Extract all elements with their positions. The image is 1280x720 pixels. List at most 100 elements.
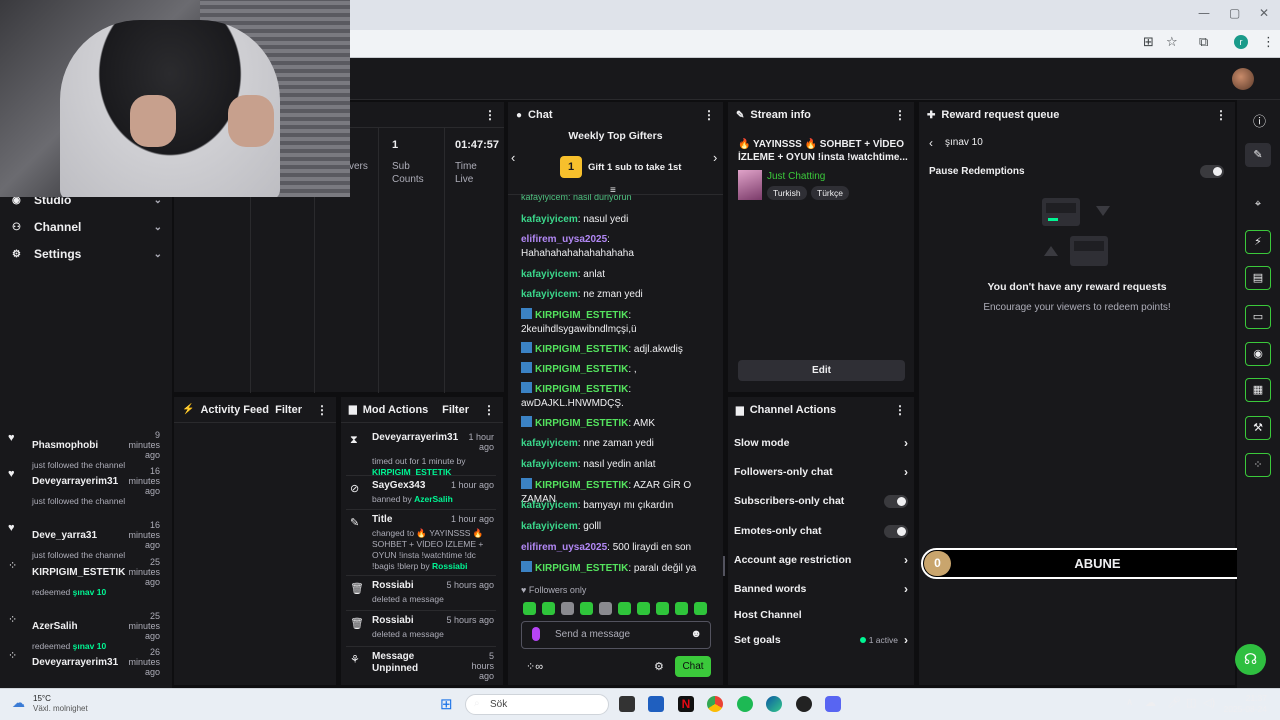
activity-item[interactable]: ♥ Deve_yarra31 16 minutes ago just followed… bbox=[8, 520, 160, 560]
nav-item-channel[interactable]: ⚇ Channel ⌄ bbox=[12, 217, 162, 237]
channel-action-row[interactable]: Banned words › bbox=[734, 582, 908, 596]
close-icon[interactable]: ✕ bbox=[1259, 6, 1269, 20]
chat-message[interactable]: elifirem_uysa2025: Hahahahahahahahahaha bbox=[521, 233, 717, 261]
chat-username[interactable]: KIRPIGIM_ESTETIK bbox=[535, 384, 628, 395]
screenshot-icon[interactable]: ⌖ bbox=[1245, 192, 1271, 216]
more-icon[interactable]: ⋮ bbox=[316, 403, 328, 417]
maximize-icon[interactable]: ▢ bbox=[1229, 6, 1240, 20]
chat-username[interactable]: elifirem_uysa2025 bbox=[521, 234, 607, 245]
chevron-left-icon[interactable]: ‹ bbox=[511, 150, 515, 165]
activity-item[interactable]: ⁘ Deveyarrayerim31 26 minutes ago bbox=[8, 647, 160, 687]
emote-icon[interactable] bbox=[523, 602, 536, 615]
chat-username[interactable]: kafayiyicem bbox=[521, 214, 578, 225]
windows-start-icon[interactable]: ⊞ bbox=[440, 695, 453, 713]
emote-icon[interactable] bbox=[675, 602, 688, 615]
taskbar-search[interactable]: ⌕ Sök bbox=[465, 694, 609, 715]
help-button[interactable]: ☊ bbox=[1235, 644, 1266, 675]
weather-widget[interactable]: 15°C Växl. molnighet bbox=[33, 694, 88, 714]
chat-username[interactable]: elifirem_uysa2025 bbox=[521, 542, 607, 553]
broadcast-icon[interactable]: ◉ bbox=[1245, 342, 1271, 366]
obs-icon[interactable] bbox=[796, 696, 812, 712]
chevron-right-icon[interactable]: › bbox=[713, 150, 717, 165]
chat-send-button[interactable]: Chat bbox=[675, 656, 711, 677]
channel-points-icon[interactable]: ⁘∞ bbox=[526, 660, 543, 673]
toggle-switch[interactable] bbox=[884, 524, 908, 538]
tag-chip[interactable]: Turkish bbox=[767, 186, 807, 200]
activity-item[interactable]: ⁘ KIRPIGIM_ESTETIK 25 minutes ago redeemed … bbox=[8, 557, 160, 597]
netflix-icon[interactable]: N bbox=[678, 696, 694, 712]
emote-icon[interactable] bbox=[580, 602, 593, 615]
more-icon[interactable]: ⋮ bbox=[483, 403, 495, 417]
filter-button[interactable]: Filter bbox=[275, 404, 302, 416]
chat-username[interactable]: kafayiyicem bbox=[521, 521, 578, 532]
wrench-icon[interactable]: ⚒ bbox=[1245, 416, 1271, 440]
chat-message[interactable]: KIRPIGIM_ESTETIK: paralı değil ya bbox=[521, 561, 717, 576]
lightning-icon[interactable]: ⚡ bbox=[1245, 230, 1271, 254]
activity-item[interactable]: ♥ Deveyarrayerim31 16 minutes ago just foll… bbox=[8, 466, 160, 506]
back-icon[interactable]: ‹ bbox=[929, 136, 933, 150]
emote-icon[interactable] bbox=[637, 602, 650, 615]
extensions-icon[interactable]: ⧉ bbox=[1199, 35, 1208, 50]
layout-icon[interactable]: ▦ bbox=[1245, 378, 1271, 402]
toggle-switch[interactable] bbox=[884, 494, 908, 508]
mic-icon[interactable] bbox=[532, 627, 540, 641]
chat-username[interactable]: kafayiyicem bbox=[521, 438, 578, 449]
channel-action-row[interactable]: Set goals 1 active › bbox=[734, 633, 908, 647]
stats-menu-icon[interactable]: ⋮ bbox=[484, 108, 496, 122]
minimize-icon[interactable]: — bbox=[1198, 6, 1210, 20]
bookmark-star-icon[interactable]: ☆ bbox=[1166, 35, 1178, 50]
chat-settings-icon[interactable]: ⚙ bbox=[654, 660, 664, 673]
channel-action-row[interactable]: Account age restriction › bbox=[734, 553, 908, 567]
chat-username[interactable]: kafayiyicem bbox=[521, 500, 578, 511]
chat-message[interactable]: KIRPIGIM_ESTETIK: awDAJKL.HNWMDÇŞ. bbox=[521, 382, 717, 411]
channel-action-row[interactable]: Subscribers-only chat bbox=[734, 494, 908, 508]
chat-bubble-icon[interactable]: ▭ bbox=[1245, 305, 1271, 329]
chat-username[interactable]: KIRPIGIM_ESTETIK bbox=[535, 563, 628, 574]
store-icon[interactable] bbox=[648, 696, 664, 712]
filter-button[interactable]: Filter bbox=[442, 404, 469, 416]
channel-action-row[interactable]: Host Channel bbox=[734, 608, 908, 622]
chat-message[interactable]: kafayiyicem: nne zaman yedi bbox=[521, 437, 717, 451]
more-icon[interactable]: ⋮ bbox=[1215, 108, 1227, 122]
chat-username[interactable]: KIRPIGIM_ESTETIK bbox=[535, 480, 628, 491]
chat-input[interactable]: Send a message ☻ bbox=[521, 621, 711, 649]
emote-icon[interactable] bbox=[656, 602, 669, 615]
chat-message[interactable]: kafayiyicem: ne zman yedi bbox=[521, 288, 717, 302]
chat-message[interactable]: kafayiyicem: nasıl yedin anlat bbox=[521, 458, 717, 472]
chat-message[interactable]: KIRPIGIM_ESTETIK: adjl.akwdiş bbox=[521, 342, 717, 357]
clock[interactable]: 21:37 2025-08-24 bbox=[1221, 693, 1267, 715]
emote-icon[interactable] bbox=[694, 602, 707, 615]
chrome-icon[interactable] bbox=[707, 696, 723, 712]
browser-profile-icon[interactable]: r bbox=[1234, 35, 1248, 49]
emote-icon[interactable] bbox=[542, 602, 555, 615]
chat-message[interactable]: KIRPIGIM_ESTETIK: , bbox=[521, 362, 717, 377]
translate-icon[interactable]: ⊞ bbox=[1143, 35, 1154, 50]
mic-tray-icon[interactable]: 🎤︎ bbox=[1167, 696, 1181, 709]
chat-message[interactable]: kafayiyicem: nasul yedi bbox=[521, 213, 717, 227]
nav-item-settings[interactable]: ⚙ Settings ⌄ bbox=[12, 244, 162, 264]
chat-username[interactable]: KIRPIGIM_ESTETIK bbox=[535, 310, 628, 321]
chat-message[interactable]: kafayiyicem: bamyayı mı çıkardın bbox=[521, 499, 717, 513]
edit-layout-icon[interactable]: ✎ bbox=[1245, 143, 1271, 167]
points-icon[interactable]: ⁘ bbox=[1245, 453, 1271, 477]
network-icon[interactable]: ◫ bbox=[1186, 696, 1196, 709]
spotify-icon[interactable] bbox=[737, 696, 753, 712]
document-icon[interactable]: ▤ bbox=[1245, 266, 1271, 290]
info-icon[interactable]: ⓘ bbox=[1253, 111, 1266, 130]
chat-message[interactable]: KIRPIGIM_ESTETIK: 2keuihdlsygawibndlmçşi,… bbox=[521, 308, 717, 337]
chat-message[interactable]: kafayiyicem: anlat bbox=[521, 268, 717, 282]
more-icon[interactable]: ⋮ bbox=[703, 108, 715, 122]
channel-action-row[interactable]: Followers-only chat › bbox=[734, 465, 908, 479]
gift-cta[interactable]: Gift 1 sub to take 1st bbox=[588, 162, 681, 173]
chat-username[interactable]: kafayiyicem bbox=[521, 289, 578, 300]
chat-username[interactable]: kafayiyicem bbox=[521, 459, 578, 470]
pause-redemptions-toggle[interactable] bbox=[1200, 165, 1224, 178]
chat-username[interactable]: KIRPIGIM_ESTETIK bbox=[535, 344, 628, 355]
discord-icon[interactable] bbox=[825, 696, 841, 712]
tag-chip[interactable]: Türkçe bbox=[811, 186, 849, 200]
more-icon[interactable]: ⋮ bbox=[894, 403, 906, 417]
user-avatar[interactable] bbox=[1232, 68, 1254, 90]
emote-picker-icon[interactable]: ☻ bbox=[690, 628, 702, 640]
channel-action-row[interactable]: Slow mode › bbox=[734, 436, 908, 450]
activity-item[interactable]: ♥ Phasmophobi 9 minutes ago just followed t… bbox=[8, 430, 160, 470]
